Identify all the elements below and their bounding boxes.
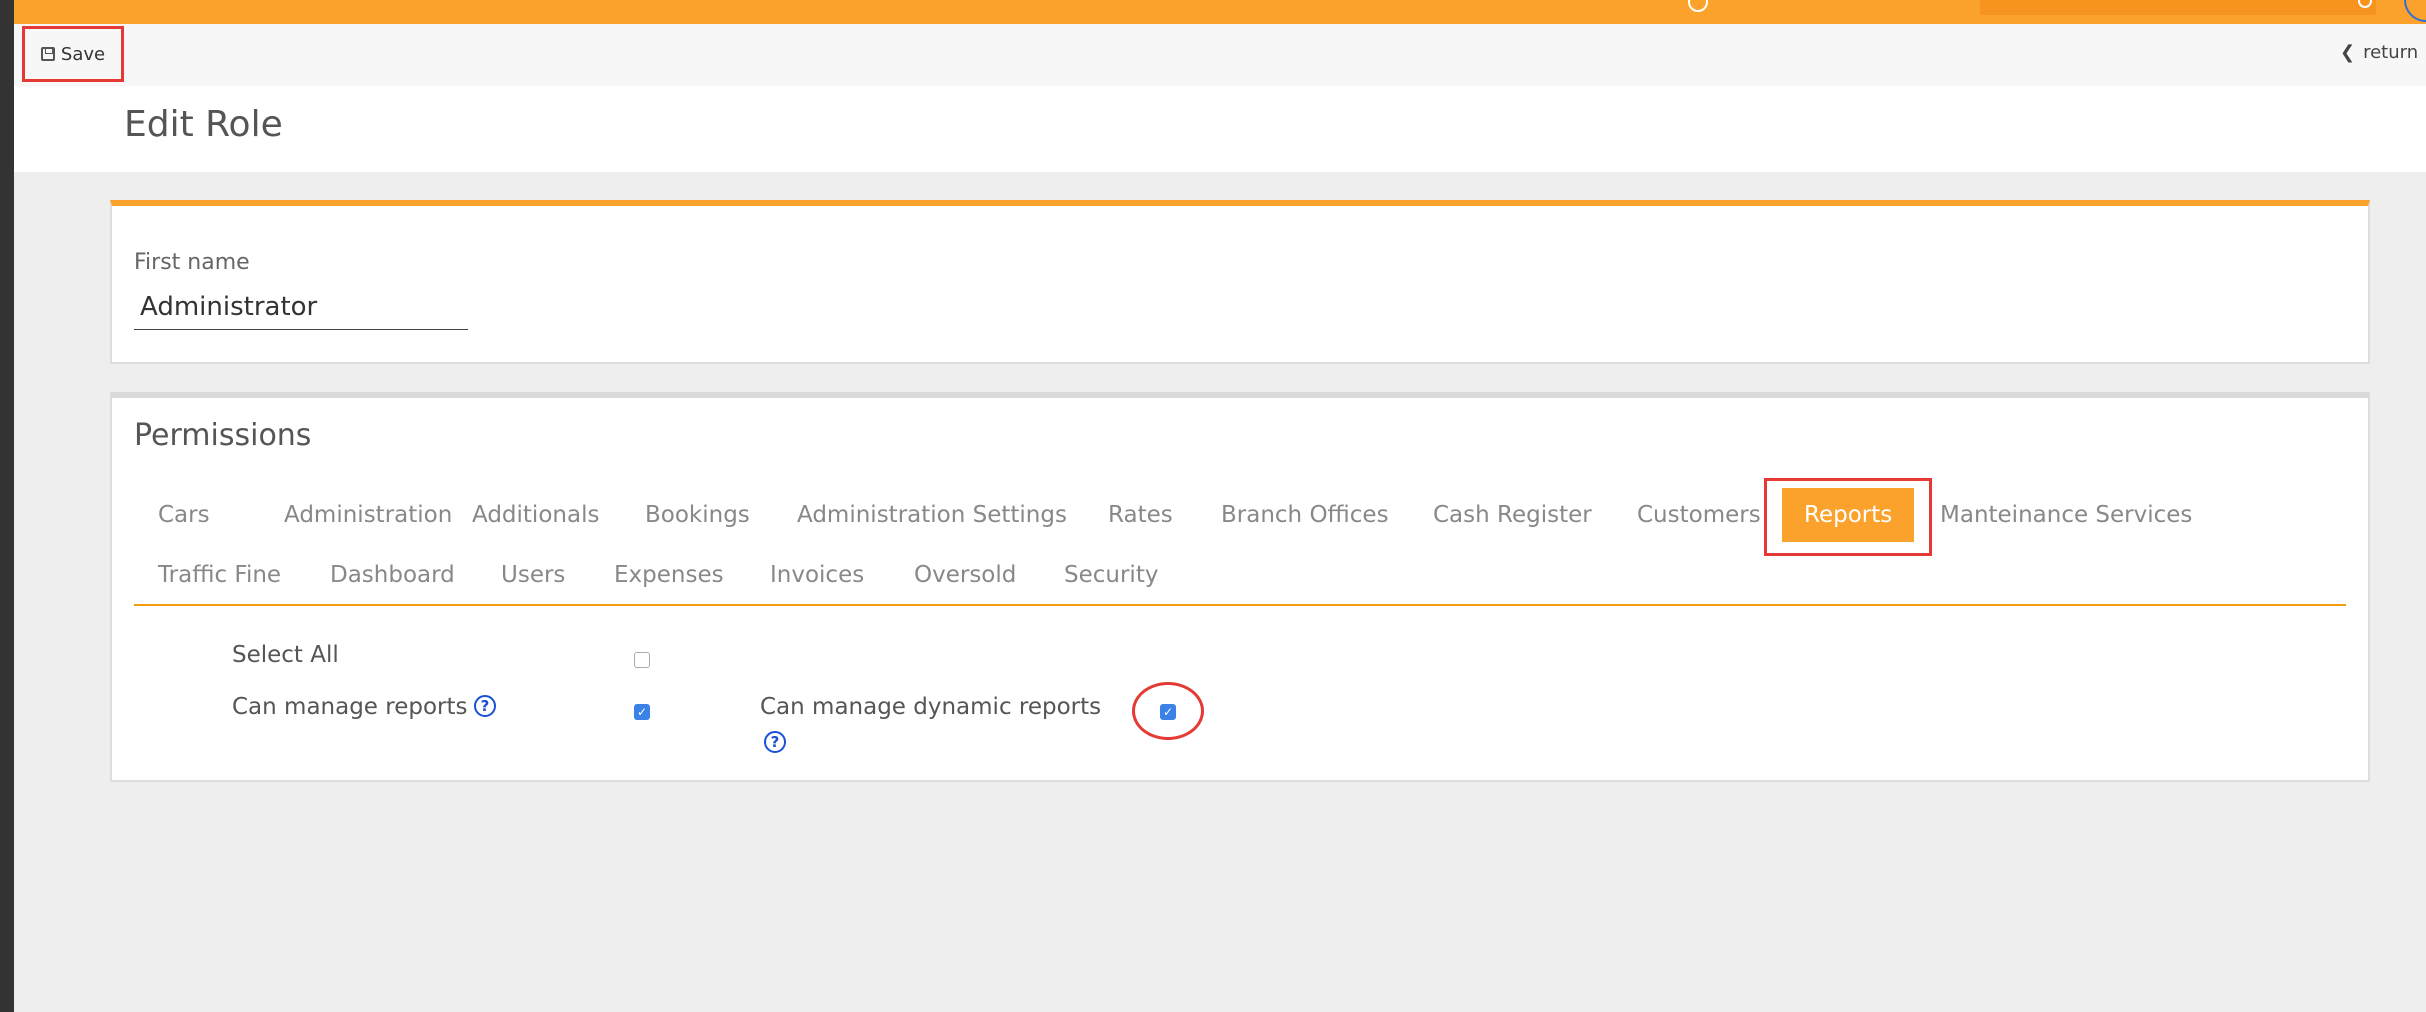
- top-navbar: [14, 0, 2426, 24]
- permission-tabs: Cars Administration Additionals Bookings…: [134, 478, 2346, 606]
- chevron-left-icon: ❮: [2340, 42, 2356, 63]
- tab-security[interactable]: Security: [1064, 562, 1158, 588]
- title-bar: Edit Role: [14, 86, 2426, 172]
- select-all-checkbox[interactable]: [634, 652, 650, 668]
- left-edge-strip: [0, 0, 14, 1012]
- toolbar: Save ❮ return: [14, 24, 2426, 86]
- tab-dashboard[interactable]: Dashboard: [330, 562, 455, 588]
- tab-invoices[interactable]: Invoices: [770, 562, 864, 588]
- permissions-card: Permissions Cars Administration Addition…: [110, 392, 2370, 782]
- help-icon[interactable]: ?: [764, 731, 786, 753]
- permissions-title: Permissions: [134, 418, 312, 453]
- permission-label-manage-reports: Can manage reports: [232, 694, 468, 720]
- role-name-card: First name: [110, 200, 2370, 364]
- floppy-disk-icon: [40, 47, 55, 61]
- tab-branch-offices[interactable]: Branch Offices: [1221, 502, 1389, 528]
- help-icon[interactable]: ?: [474, 695, 496, 717]
- return-link-label: return: [2363, 42, 2419, 63]
- select-all-label: Select All: [232, 642, 339, 668]
- first-name-input[interactable]: [134, 284, 468, 330]
- tab-expenses[interactable]: Expenses: [614, 562, 724, 588]
- tab-users[interactable]: Users: [501, 562, 565, 588]
- first-name-label: First name: [134, 250, 250, 275]
- tab-manteinance-services[interactable]: Manteinance Services: [1940, 502, 2192, 528]
- tab-cars[interactable]: Cars: [158, 502, 210, 528]
- search-box[interactable]: [1980, 0, 2376, 15]
- tab-reports[interactable]: Reports: [1782, 488, 1915, 542]
- user-icon[interactable]: [1688, 0, 1708, 12]
- return-link[interactable]: ❮ return: [2340, 42, 2426, 63]
- tab-rates[interactable]: Rates: [1108, 502, 1173, 528]
- tab-cash-register[interactable]: Cash Register: [1433, 502, 1592, 528]
- checkbox-circle-annotation: [1132, 682, 1204, 740]
- tab-customers[interactable]: Customers: [1637, 502, 1761, 528]
- permission-label-manage-dynamic-reports: Can manage dynamic reports: [760, 694, 1102, 720]
- avatar[interactable]: [2404, 0, 2426, 22]
- save-button[interactable]: Save: [22, 26, 124, 82]
- tab-traffic-fine[interactable]: Traffic Fine: [158, 562, 281, 588]
- tab-administration-settings[interactable]: Administration Settings: [797, 502, 1067, 528]
- page-title: Edit Role: [124, 104, 283, 145]
- tab-administration[interactable]: Administration: [284, 502, 452, 528]
- manage-reports-checkbox[interactable]: ✓: [634, 704, 650, 720]
- tab-bookings[interactable]: Bookings: [645, 502, 750, 528]
- tab-additionals[interactable]: Additionals: [472, 502, 599, 528]
- tab-oversold[interactable]: Oversold: [914, 562, 1016, 588]
- save-button-label: Save: [60, 43, 106, 65]
